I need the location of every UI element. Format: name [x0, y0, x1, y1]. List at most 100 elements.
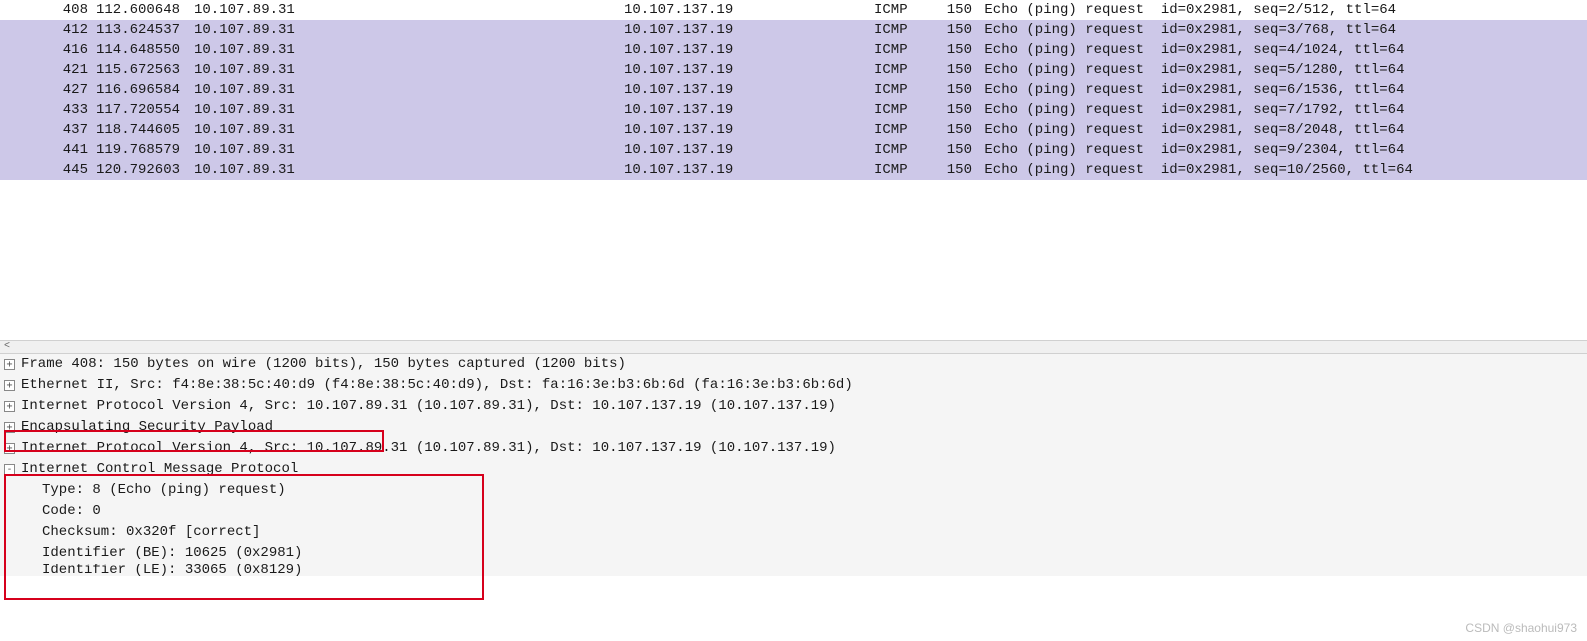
col-source: 10.107.89.31: [194, 100, 624, 120]
col-source: 10.107.89.31: [194, 0, 624, 20]
expand-icon[interactable]: +: [4, 422, 15, 433]
detail-icmp-id-le[interactable]: Identifier (LE): 33065 (0x8129): [0, 564, 1587, 576]
detail-icmp-checksum[interactable]: Checksum: 0x320f [correct]: [0, 522, 1587, 543]
col-length: 150: [934, 160, 976, 180]
col-info: Echo (ping) request id=0x2981, seq=8/204…: [976, 120, 1587, 140]
col-time: 120.792603: [96, 160, 194, 180]
col-time: 113.624537: [96, 20, 194, 40]
collapse-icon[interactable]: -: [4, 464, 15, 475]
detail-icmp-code[interactable]: Code: 0: [0, 501, 1587, 522]
col-destination: 10.107.137.19: [624, 20, 874, 40]
expand-icon[interactable]: +: [4, 380, 15, 391]
col-destination: 10.107.137.19: [624, 140, 874, 160]
packet-row[interactable]: 421115.67256310.107.89.3110.107.137.19IC…: [0, 60, 1587, 80]
detail-text: Type: 8 (Echo (ping) request): [42, 480, 286, 501]
col-protocol: ICMP: [874, 100, 934, 120]
col-no: 408: [20, 0, 96, 20]
col-source: 10.107.89.31: [194, 160, 624, 180]
col-no: 416: [20, 40, 96, 60]
col-protocol: ICMP: [874, 140, 934, 160]
col-no: 445: [20, 160, 96, 180]
detail-icmp-id-be[interactable]: Identifier (BE): 10625 (0x2981): [0, 543, 1587, 564]
col-length: 150: [934, 120, 976, 140]
packet-row[interactable]: 416114.64855010.107.89.3110.107.137.19IC…: [0, 40, 1587, 60]
chevron-left-icon: <: [4, 341, 10, 352]
packet-list-pane[interactable]: 408112.60064810.107.89.3110.107.137.19IC…: [0, 0, 1587, 180]
detail-icmp[interactable]: - Internet Control Message Protocol: [0, 459, 1587, 480]
col-protocol: ICMP: [874, 0, 934, 20]
col-destination: 10.107.137.19: [624, 80, 874, 100]
detail-ip-outer[interactable]: + Internet Protocol Version 4, Src: 10.1…: [0, 396, 1587, 417]
col-length: 150: [934, 0, 976, 20]
packet-row[interactable]: 408112.60064810.107.89.3110.107.137.19IC…: [0, 0, 1587, 20]
detail-esp[interactable]: + Encapsulating Security Payload: [0, 417, 1587, 438]
packet-row[interactable]: 445120.79260310.107.89.3110.107.137.19IC…: [0, 160, 1587, 180]
detail-text: Checksum: 0x320f [correct]: [42, 522, 260, 543]
col-no: 437: [20, 120, 96, 140]
col-no: 441: [20, 140, 96, 160]
col-protocol: ICMP: [874, 80, 934, 100]
expand-icon[interactable]: +: [4, 401, 15, 412]
detail-text: Ethernet II, Src: f4:8e:38:5c:40:d9 (f4:…: [21, 375, 853, 396]
col-time: 115.672563: [96, 60, 194, 80]
detail-icmp-type[interactable]: Type: 8 (Echo (ping) request): [0, 480, 1587, 501]
col-info: Echo (ping) request id=0x2981, seq=2/512…: [976, 0, 1587, 20]
col-destination: 10.107.137.19: [624, 40, 874, 60]
detail-text: Code: 0: [42, 501, 101, 522]
col-destination: 10.107.137.19: [624, 160, 874, 180]
col-destination: 10.107.137.19: [624, 0, 874, 20]
col-source: 10.107.89.31: [194, 140, 624, 160]
packet-row[interactable]: 412113.62453710.107.89.3110.107.137.19IC…: [0, 20, 1587, 40]
packet-row[interactable]: 441119.76857910.107.89.3110.107.137.19IC…: [0, 140, 1587, 160]
col-info: Echo (ping) request id=0x2981, seq=3/768…: [976, 20, 1587, 40]
col-time: 119.768579: [96, 140, 194, 160]
col-info: Echo (ping) request id=0x2981, seq=6/153…: [976, 80, 1587, 100]
detail-frame[interactable]: + Frame 408: 150 bytes on wire (1200 bit…: [0, 354, 1587, 375]
col-time: 118.744605: [96, 120, 194, 140]
col-protocol: ICMP: [874, 20, 934, 40]
col-protocol: ICMP: [874, 120, 934, 140]
detail-text: Identifier (LE): 33065 (0x8129): [42, 564, 302, 576]
empty-space: [0, 180, 1587, 340]
detail-text: Identifier (BE): 10625 (0x2981): [42, 543, 302, 564]
col-length: 150: [934, 60, 976, 80]
col-length: 150: [934, 20, 976, 40]
detail-text: Frame 408: 150 bytes on wire (1200 bits)…: [21, 354, 626, 375]
col-info: Echo (ping) request id=0x2981, seq=7/179…: [976, 100, 1587, 120]
packet-row[interactable]: 437118.74460510.107.89.3110.107.137.19IC…: [0, 120, 1587, 140]
col-info: Echo (ping) request id=0x2981, seq=5/128…: [976, 60, 1587, 80]
col-length: 150: [934, 80, 976, 100]
col-length: 150: [934, 40, 976, 60]
packet-row[interactable]: 427116.69658410.107.89.3110.107.137.19IC…: [0, 80, 1587, 100]
detail-ip-inner[interactable]: + Internet Protocol Version 4, Src: 10.1…: [0, 438, 1587, 459]
col-no: 421: [20, 60, 96, 80]
col-source: 10.107.89.31: [194, 40, 624, 60]
col-destination: 10.107.137.19: [624, 120, 874, 140]
col-source: 10.107.89.31: [194, 20, 624, 40]
detail-text: Internet Control Message Protocol: [21, 459, 298, 480]
col-time: 117.720554: [96, 100, 194, 120]
col-length: 150: [934, 100, 976, 120]
col-protocol: ICMP: [874, 60, 934, 80]
col-no: 427: [20, 80, 96, 100]
col-source: 10.107.89.31: [194, 60, 624, 80]
watermark: CSDN @shaohui973: [1465, 621, 1577, 635]
col-no: 433: [20, 100, 96, 120]
col-destination: 10.107.137.19: [624, 60, 874, 80]
col-info: Echo (ping) request id=0x2981, seq=9/230…: [976, 140, 1587, 160]
detail-text: Internet Protocol Version 4, Src: 10.107…: [21, 438, 836, 459]
expand-icon[interactable]: +: [4, 443, 15, 454]
col-protocol: ICMP: [874, 160, 934, 180]
col-info: Echo (ping) request id=0x2981, seq=10/25…: [976, 160, 1587, 180]
col-destination: 10.107.137.19: [624, 100, 874, 120]
detail-text: Encapsulating Security Payload: [21, 417, 273, 438]
detail-ethernet[interactable]: + Ethernet II, Src: f4:8e:38:5c:40:d9 (f…: [0, 375, 1587, 396]
col-info: Echo (ping) request id=0x2981, seq=4/102…: [976, 40, 1587, 60]
col-length: 150: [934, 140, 976, 160]
packet-details-pane[interactable]: + Frame 408: 150 bytes on wire (1200 bit…: [0, 354, 1587, 576]
expand-icon[interactable]: +: [4, 359, 15, 370]
col-time: 114.648550: [96, 40, 194, 60]
scrollbar-left-chevron[interactable]: <: [0, 340, 1587, 354]
col-source: 10.107.89.31: [194, 80, 624, 100]
packet-row[interactable]: 433117.72055410.107.89.3110.107.137.19IC…: [0, 100, 1587, 120]
